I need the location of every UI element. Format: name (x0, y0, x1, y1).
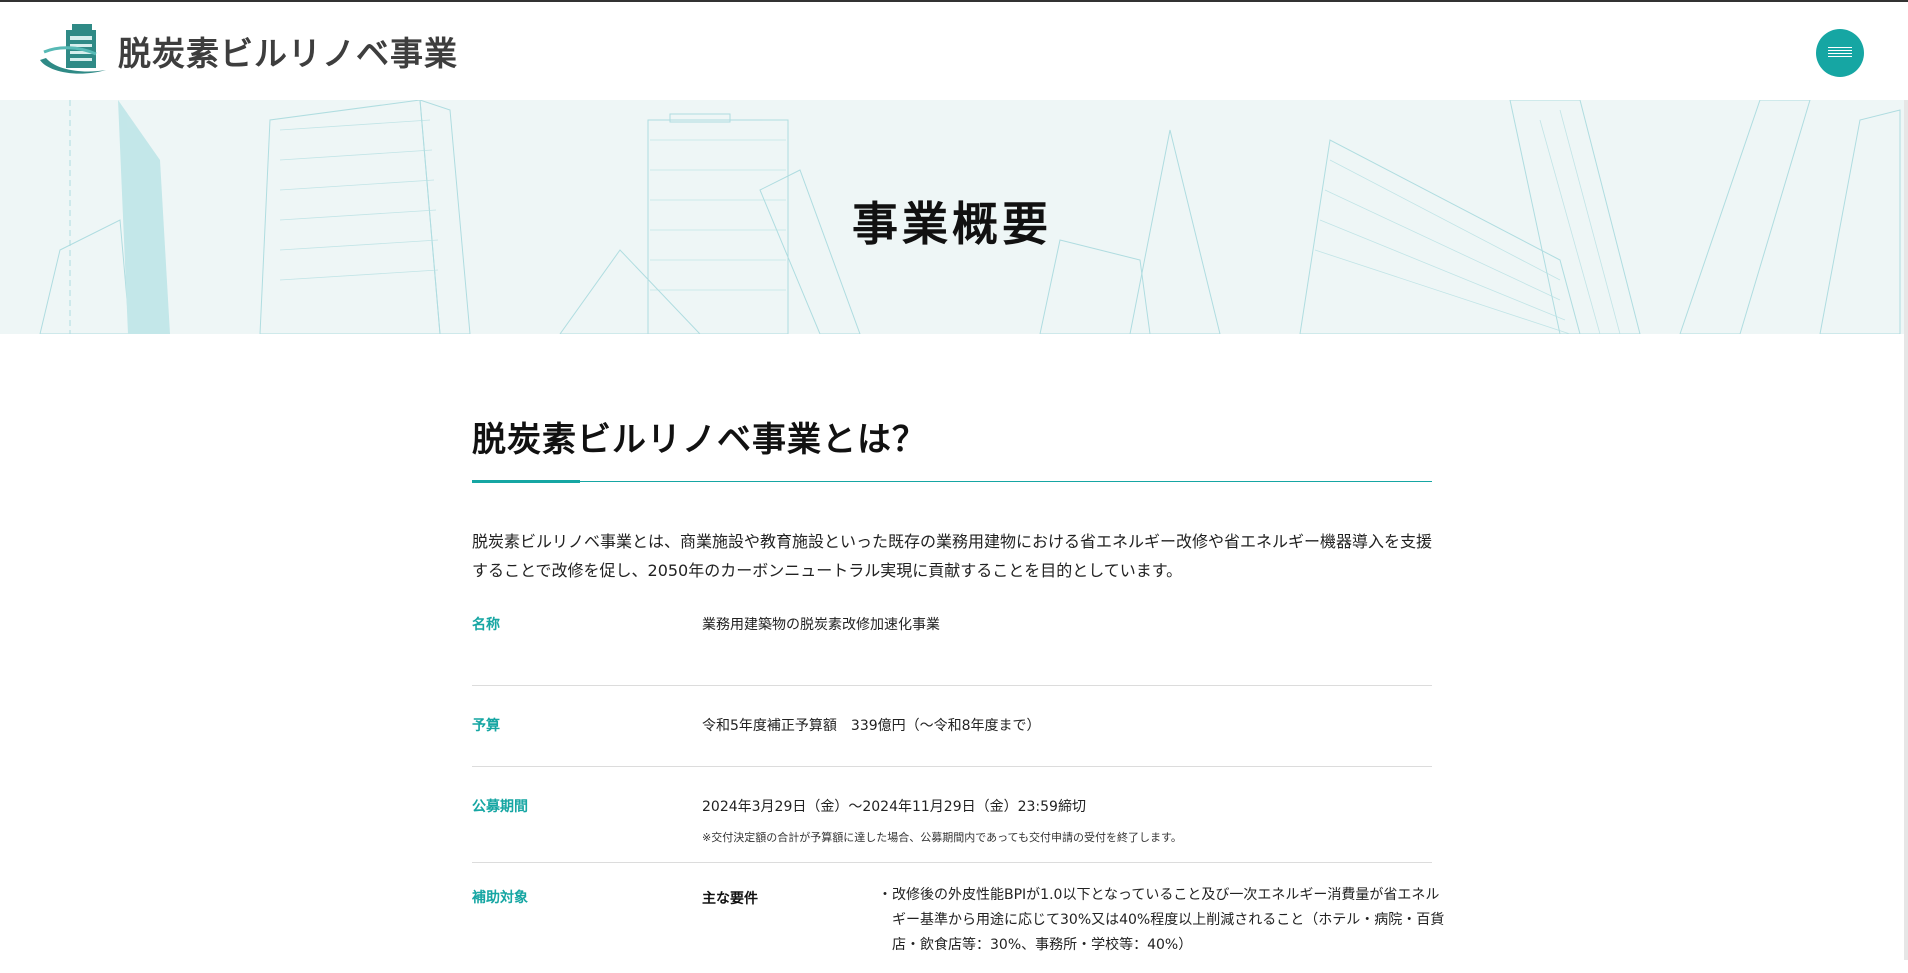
info-value-period: 2024年3月29日（金）〜2024年11月29日（金）23:59締切 (702, 799, 1086, 815)
section-title: 脱炭素ビルリノベ事業とは？ (472, 420, 927, 460)
hero-banner: 事業概要 (0, 100, 1904, 334)
logo-text: 脱炭素ビルリノベ事業 (118, 34, 458, 73)
info-row-budget: 予算 令和5年度補正予算額 339億円（〜令和8年度まで） (472, 686, 1432, 767)
site-header: 脱炭素ビルリノベ事業 (0, 2, 1908, 100)
title-underline (472, 480, 1432, 483)
info-label-target: 補助対象 (472, 890, 528, 906)
info-value-name: 業務用建築物の脱炭素改修加速化事業 (702, 617, 940, 633)
info-value-budget: 令和5年度補正予算額 339億円（〜令和8年度まで） (702, 718, 1041, 734)
info-label-period: 公募期間 (472, 799, 528, 815)
info-row-target: 補助対象 主な要件 ・改修後の外皮性能BPIが1.0以下となっていること及び一次… (472, 863, 1444, 973)
page-scrollbar[interactable] (1904, 100, 1908, 960)
intro-paragraph: 脱炭素ビルリノベ事業とは、商業施設や教育施設といった既存の業務用建物における省エ… (472, 532, 1433, 580)
hamburger-menu-icon (1828, 47, 1852, 48)
info-row-name: 名称 業務用建築物の脱炭素改修加速化事業 (472, 607, 1432, 686)
requirement-item: ・改修後の外皮性能BPIが1.0以下となっていること及び一次エネルギー消費量が省… (878, 887, 1445, 953)
title-underline-accent (472, 480, 580, 483)
menu-line (1828, 50, 1852, 51)
info-note-period: ※交付決定額の合計が予算額に達した場合、公募期間内であっても交付申請の受付を終了… (702, 831, 1182, 844)
building-logo-icon (40, 24, 106, 74)
info-label-name: 名称 (472, 617, 500, 633)
menu-button[interactable] (1816, 29, 1864, 77)
site-logo-link[interactable]: 脱炭素ビルリノベ事業 (38, 24, 458, 78)
info-row-period: 公募期間 2024年3月29日（金）〜2024年11月29日（金）23:59締切… (472, 767, 1432, 863)
title-underline-thin (472, 481, 1432, 482)
menu-line (1828, 53, 1852, 54)
menu-line (1828, 56, 1852, 57)
info-sublabel-requirements: 主な要件 (702, 891, 758, 907)
page-title: 事業概要 (852, 197, 1052, 251)
main-content: 脱炭素ビルリノベ事業とは？ 脱炭素ビルリノベ事業とは、商業施設や教育施設といった… (472, 416, 1444, 973)
info-label-budget: 予算 (472, 718, 500, 734)
